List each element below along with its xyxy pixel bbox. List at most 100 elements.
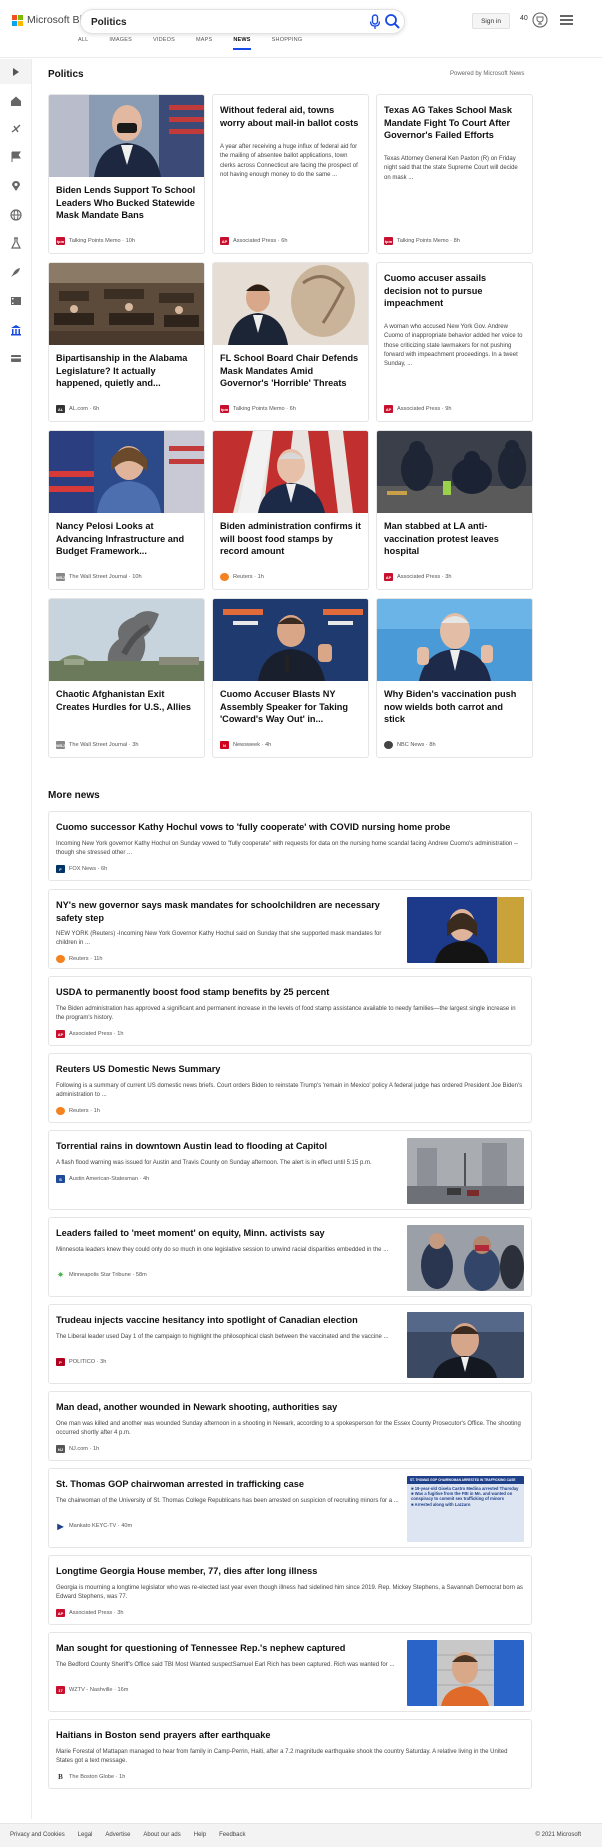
footer-link-legal[interactable]: Legal bbox=[78, 1832, 93, 1838]
rocket-icon[interactable] bbox=[10, 266, 22, 278]
flag-icon[interactable] bbox=[10, 151, 22, 163]
card-title[interactable]: Why Biden's vaccination push now wields … bbox=[384, 688, 525, 726]
news-list-item[interactable]: Reuters US Domestic News Summary Followi… bbox=[48, 1053, 532, 1123]
news-list-item[interactable]: Haitians in Boston send prayers after ea… bbox=[48, 1719, 532, 1789]
news-card[interactable]: Biden Lends Support To School Leaders Wh… bbox=[48, 94, 205, 254]
news-card[interactable]: Texas AG Takes School Mask Mandate Fight… bbox=[376, 94, 533, 254]
news-card[interactable]: Without federal aid, towns worry about m… bbox=[212, 94, 369, 254]
card-title[interactable]: Cuomo accuser assails decision not to pu… bbox=[384, 272, 525, 310]
search-input[interactable] bbox=[91, 14, 331, 30]
news-card[interactable]: Cuomo Accuser Blasts NY Assembly Speaker… bbox=[212, 598, 369, 758]
card-title[interactable]: FL School Board Chair Defends Mask Manda… bbox=[220, 352, 361, 390]
news-snippet: Minnesota leaders knew they could only d… bbox=[56, 1247, 389, 1253]
news-card[interactable]: FL School Board Chair Defends Mask Manda… bbox=[212, 262, 369, 422]
tab-videos[interactable]: VIDEOS bbox=[153, 37, 175, 50]
search-box[interactable] bbox=[80, 9, 405, 34]
card-title[interactable]: Chaotic Afghanistan Exit Creates Hurdles… bbox=[56, 688, 197, 713]
news-list-item[interactable]: Cuomo successor Kathy Hochul vows to 'fu… bbox=[48, 811, 532, 881]
science-icon[interactable] bbox=[10, 237, 22, 249]
card-title[interactable]: Man stabbed at LA anti-vaccination prote… bbox=[384, 520, 525, 558]
sign-in-button[interactable]: Sign in bbox=[472, 13, 510, 29]
news-title[interactable]: Leaders failed to 'meet moment' on equit… bbox=[56, 1227, 399, 1240]
news-card[interactable]: Bipartisanship in the Alabama Legislatur… bbox=[48, 262, 205, 422]
source-name: Associated Press bbox=[397, 574, 441, 580]
news-title[interactable]: USDA to permanently boost food stamp ben… bbox=[56, 986, 524, 999]
politics-icon[interactable] bbox=[10, 324, 22, 336]
news-list-item[interactable]: Trudeau injects vaccine hesitancy into s… bbox=[48, 1304, 532, 1384]
microsoft-logo-icon bbox=[12, 14, 23, 26]
news-title[interactable]: NY's new governor says mask mandates for… bbox=[56, 899, 399, 924]
footer-link-help[interactable]: Help bbox=[194, 1832, 206, 1838]
source-time: 9h bbox=[445, 406, 452, 412]
news-title[interactable]: St. Thomas GOP chairwoman arrested in tr… bbox=[56, 1478, 399, 1491]
source-logo-icon: 17 bbox=[56, 1686, 65, 1694]
source-time: 3h bbox=[445, 574, 452, 580]
news-title[interactable]: Man dead, another wounded in Newark shoo… bbox=[56, 1401, 524, 1414]
news-list-item[interactable]: NY's new governor says mask mandates for… bbox=[48, 889, 532, 969]
rewards-trophy-icon[interactable] bbox=[532, 12, 548, 28]
location-icon[interactable] bbox=[10, 180, 22, 192]
expand-icon[interactable] bbox=[10, 66, 22, 78]
search-tabs: ALL IMAGES VIDEOS MAPS NEWS SHOPPING bbox=[78, 37, 323, 50]
card-title[interactable]: Biden administration confirms it will bo… bbox=[220, 520, 361, 558]
biden-flags-photo bbox=[213, 431, 368, 513]
source-logo-icon: ▶ bbox=[56, 1521, 65, 1531]
news-list-item[interactable]: Man sought for questioning of Tennessee … bbox=[48, 1632, 532, 1712]
card-title[interactable]: Without federal aid, towns worry about m… bbox=[220, 104, 361, 129]
news-title[interactable]: Cuomo successor Kathy Hochul vows to 'fu… bbox=[56, 821, 524, 834]
news-title[interactable]: Reuters US Domestic News Summary bbox=[56, 1063, 524, 1076]
source-time: 8h bbox=[453, 238, 460, 244]
tab-images[interactable]: IMAGES bbox=[109, 37, 132, 50]
card-title[interactable]: Nancy Pelosi Looks at Advancing Infrastr… bbox=[56, 520, 197, 558]
footer-link-advertise[interactable]: Advertise bbox=[105, 1832, 130, 1838]
news-card[interactable]: Biden administration confirms it will bo… bbox=[212, 430, 369, 590]
news-list-item[interactable]: Leaders failed to 'meet moment' on equit… bbox=[48, 1217, 532, 1297]
news-card[interactable]: Chaotic Afghanistan Exit Creates Hurdles… bbox=[48, 598, 205, 758]
news-list-item[interactable]: Man dead, another wounded in Newark shoo… bbox=[48, 1391, 532, 1461]
footer-link-feedback[interactable]: Feedback bbox=[219, 1832, 245, 1838]
microphone-icon[interactable] bbox=[368, 14, 382, 30]
news-title[interactable]: Torrential rains in downtown Austin lead… bbox=[56, 1140, 399, 1153]
source-logo-icon: AL bbox=[56, 405, 65, 413]
news-card[interactable]: Man stabbed at LA anti-vaccination prote… bbox=[376, 430, 533, 590]
credit-card-icon[interactable] bbox=[10, 352, 22, 364]
discover-icon[interactable] bbox=[10, 123, 22, 135]
home-icon[interactable] bbox=[10, 95, 22, 107]
tab-shopping[interactable]: SHOPPING bbox=[272, 37, 303, 50]
source-logo-icon: NJ bbox=[56, 1445, 65, 1453]
footer-link-about-ads[interactable]: About our ads bbox=[143, 1832, 180, 1838]
news-snippet: The chairwoman of the University of St. … bbox=[56, 1498, 399, 1504]
card-title[interactable]: Biden Lends Support To School Leaders Wh… bbox=[56, 184, 197, 222]
legislature-chamber-photo bbox=[49, 263, 204, 345]
news-title[interactable]: Trudeau injects vaccine hesitancy into s… bbox=[56, 1314, 399, 1327]
news-card[interactable]: Cuomo accuser assails decision not to pu… bbox=[376, 262, 533, 422]
more-news-heading: More news bbox=[48, 790, 100, 801]
source-logo-icon: AP bbox=[220, 237, 229, 245]
card-title[interactable]: Cuomo Accuser Blasts NY Assembly Speaker… bbox=[220, 688, 361, 726]
news-list-item[interactable]: USDA to permanently boost food stamp ben… bbox=[48, 976, 532, 1046]
news-title[interactable]: Man sought for questioning of Tennessee … bbox=[56, 1642, 399, 1655]
news-list-item[interactable]: Torrential rains in downtown Austin lead… bbox=[48, 1130, 532, 1210]
news-title[interactable]: Longtime Georgia House member, 77, dies … bbox=[56, 1565, 524, 1578]
news-list-item[interactable]: St. Thomas GOP chairwoman arrested in tr… bbox=[48, 1468, 532, 1548]
tab-maps[interactable]: MAPS bbox=[196, 37, 212, 50]
tab-news[interactable]: NEWS bbox=[233, 37, 251, 50]
card-title[interactable]: Bipartisanship in the Alabama Legislatur… bbox=[56, 352, 197, 390]
hamburger-menu-icon[interactable] bbox=[560, 15, 573, 25]
news-card[interactable]: Why Biden's vaccination push now wields … bbox=[376, 598, 533, 758]
globe-icon[interactable] bbox=[10, 209, 22, 221]
news-snippet: Georgia is mourning a longtime legislato… bbox=[56, 1585, 523, 1601]
footer-link-privacy[interactable]: Privacy and Cookies bbox=[10, 1832, 65, 1838]
search-icon[interactable] bbox=[384, 13, 401, 30]
news-title[interactable]: Haitians in Boston send prayers after ea… bbox=[56, 1729, 524, 1742]
card-snippet: A woman who accused New York Gov. Andrew… bbox=[384, 324, 523, 368]
card-title[interactable]: Texas AG Takes School Mask Mandate Fight… bbox=[384, 104, 525, 142]
tab-all[interactable]: ALL bbox=[78, 37, 88, 50]
movie-icon[interactable] bbox=[10, 295, 22, 307]
rewards-points[interactable]: 40 bbox=[520, 15, 528, 22]
news-card[interactable]: Nancy Pelosi Looks at Advancing Infrastr… bbox=[48, 430, 205, 590]
source-name: Minneapolis Star Tribune bbox=[69, 1272, 131, 1278]
source-time: 3h bbox=[132, 742, 139, 748]
source-name: NJ.com bbox=[69, 1446, 88, 1452]
news-list-item[interactable]: Longtime Georgia House member, 77, dies … bbox=[48, 1555, 532, 1625]
